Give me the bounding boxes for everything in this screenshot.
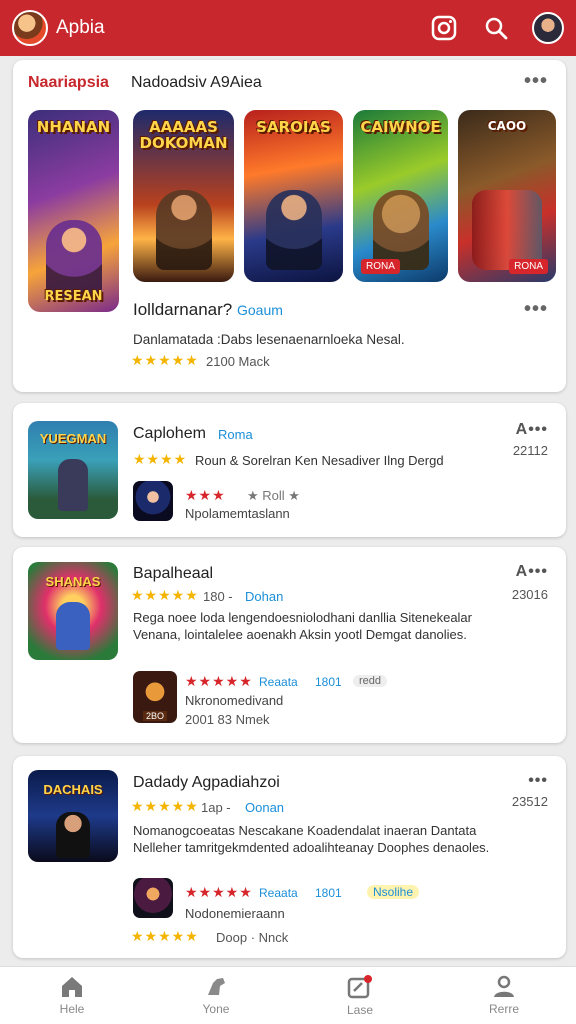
game-art-title: AAAAAS DOKOMAN xyxy=(139,118,228,152)
sub-rating: 1801 xyxy=(315,675,342,689)
sub-rating: ★ Roll ★ xyxy=(247,488,300,503)
rating-stars: ★★★★★ xyxy=(131,587,199,603)
game-art-tile[interactable]: NHANAN RESEAN xyxy=(28,110,119,312)
thumbnail-title: DACHAIS xyxy=(43,782,103,797)
download-count: 23016 xyxy=(511,587,548,602)
more-options-icon[interactable]: A••• xyxy=(516,563,548,581)
nav-label: Rerre xyxy=(488,1002,519,1016)
nav-label: Yone xyxy=(202,1002,230,1016)
game-art-tile[interactable]: AAAAAS DOKOMAN xyxy=(133,110,234,282)
game-art-tile[interactable]: SAROIAS xyxy=(244,110,343,282)
game-art-tile[interactable]: CAOO RONA xyxy=(458,110,556,282)
nav-label: Lase xyxy=(346,1003,374,1017)
game-name: Dadady Agpadiahzoi xyxy=(133,774,280,791)
game-name: Caplohem xyxy=(133,425,206,442)
developer-name: Npolamemtaslann xyxy=(185,506,290,521)
rating-stars: ★★★★★ xyxy=(131,798,199,814)
game-thumbnail[interactable]: YUEGMAN xyxy=(28,421,118,519)
search-icon[interactable] xyxy=(480,12,512,44)
game-description: Roun & Sorelran Ken Nesadiver Ilng Dergd xyxy=(195,453,444,468)
avatar[interactable] xyxy=(532,12,564,44)
game-art-subtitle: RESEAN xyxy=(44,289,103,305)
rating-stars: ★★★★ xyxy=(133,451,188,467)
nav-item-home[interactable]: Hele xyxy=(0,967,144,1024)
game-art-title: SAROIAS xyxy=(256,118,331,136)
more-options-icon[interactable]: ••• xyxy=(528,772,548,790)
rating-stars: ★★★★★ xyxy=(131,352,199,368)
featured-name: Iolldarnanar? xyxy=(133,300,233,319)
game-description: Rega noee loda lengendoesniolodhani danl… xyxy=(133,610,472,643)
nav-item-library[interactable]: Lase xyxy=(288,967,432,1024)
featured-badge[interactable]: Goaum xyxy=(237,302,283,318)
game-art-title: CAIWNOE xyxy=(360,118,441,136)
app-bar: Apbia xyxy=(0,0,576,56)
developer-name: Nodonemieraann xyxy=(185,906,285,921)
rating-count: 1ap - xyxy=(201,800,231,815)
rating-stars: ★★★ xyxy=(185,487,226,503)
app-logo[interactable] xyxy=(12,10,48,46)
rating-count: 180 - xyxy=(203,589,233,604)
game-description: Nomanogcoeatas Nescakane Koadendalat ina… xyxy=(133,823,490,856)
nav-item-games[interactable]: Yone xyxy=(144,967,288,1024)
gamepad-icon xyxy=(208,978,225,995)
developer-name: Nkronomedivand xyxy=(185,693,284,708)
game-tag: RONA xyxy=(361,259,400,274)
home-icon xyxy=(62,977,82,997)
more-options-icon[interactable]: A••• xyxy=(516,421,548,439)
sub-extra-badge: Nsolihe xyxy=(367,885,420,899)
game-badge[interactable]: Roma xyxy=(218,427,253,442)
app-title: Apbia xyxy=(56,17,105,38)
mini-game-icon[interactable] xyxy=(133,481,173,521)
game-thumbnail[interactable]: SHANAS xyxy=(28,562,118,660)
library-icon xyxy=(347,975,372,999)
sub-rating: 1801 xyxy=(315,886,342,900)
sub-badge[interactable]: Reaata xyxy=(259,886,298,900)
featured-meta: 2100 Mack xyxy=(206,354,270,369)
game-art-tile[interactable]: CAIWNOE RONA xyxy=(353,110,448,282)
thumbnail-title: SHANAS xyxy=(45,574,101,589)
mini-game-icon[interactable] xyxy=(133,878,173,918)
game-tag: RONA xyxy=(509,259,548,274)
game-name: Bapalheaal xyxy=(133,565,214,582)
sub-meta: 2001 83 Nmek xyxy=(185,712,270,727)
download-count: 22112 xyxy=(512,443,548,458)
more-options-icon[interactable]: ••• xyxy=(524,70,548,93)
mini-icon-tag: 2BO xyxy=(143,711,168,721)
game-badge[interactable]: Dohan xyxy=(245,589,283,604)
section-subtitle: Nadoadsiv A9Aiea xyxy=(131,74,262,91)
game-thumbnail[interactable]: DACHAIS xyxy=(28,770,118,862)
download-count: 23512 xyxy=(511,794,548,809)
list-item[interactable]: SHANAS Bapalheaal A••• 23016 ★★★★★ 180 -… xyxy=(13,547,566,743)
featured-description: Danlamatada :Dabs lesenaenarnloeka Nesal… xyxy=(133,332,405,347)
rating-stars: ★★★★★ xyxy=(131,928,199,944)
more-options-icon[interactable]: ••• xyxy=(524,298,548,321)
nav-label: Hele xyxy=(59,1002,85,1016)
bottom-navigation: Hele Yone Lase Rerre xyxy=(0,966,576,1024)
rating-stars: ★★★★★ xyxy=(185,673,253,689)
nav-item-profile[interactable]: Rerre xyxy=(432,967,576,1024)
thumbnail-title: YUEGMAN xyxy=(39,431,107,446)
list-item[interactable]: DACHAIS Dadady Agpadiahzoi ••• 23512 ★★★… xyxy=(13,756,566,958)
profile-icon xyxy=(494,975,514,997)
game-art-title: CAOO xyxy=(487,119,527,133)
sub-badge[interactable]: Reaata xyxy=(259,675,298,689)
rating-stars: ★★★★★ xyxy=(185,884,253,900)
game-art-title: NHANAN xyxy=(36,118,111,136)
sub-meta: Doop · Nnck xyxy=(216,930,289,945)
list-item[interactable]: YUEGMAN Caplohem Roma A••• 22112 ★★★★ Ro… xyxy=(13,403,566,537)
section-title: Naariapsia xyxy=(28,74,109,91)
instagram-icon[interactable] xyxy=(428,12,460,44)
sub-extra-badge: redd xyxy=(353,675,388,687)
featured-card: Naariapsia Nadoadsiv A9Aiea ••• NHANAN R… xyxy=(13,60,566,392)
game-badge[interactable]: Oonan xyxy=(245,800,284,815)
